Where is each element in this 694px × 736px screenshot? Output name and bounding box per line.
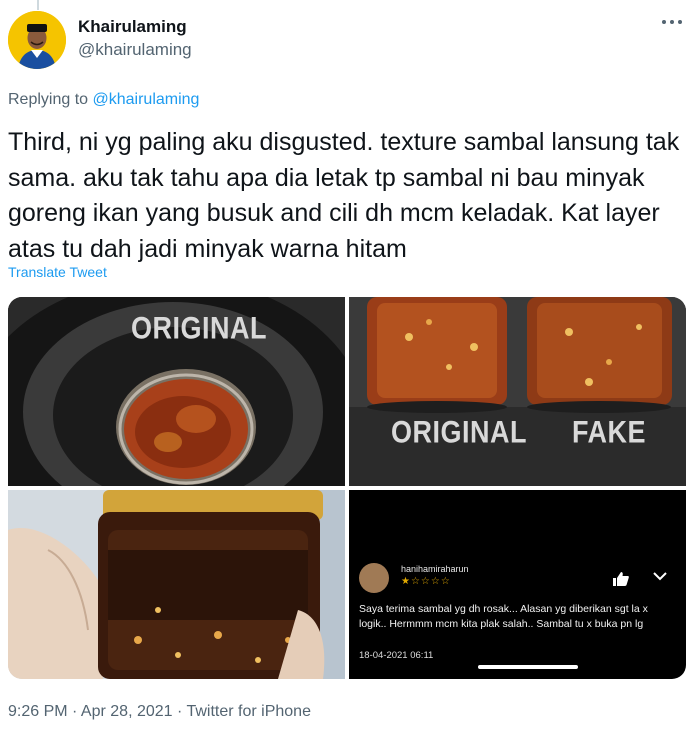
translate-tweet-link[interactable]: Translate Tweet <box>8 264 107 280</box>
thumbs-up-icon <box>613 572 629 586</box>
display-name[interactable]: Khairulaming <box>78 17 187 37</box>
photo-label-original: ORIGINAL <box>391 414 527 450</box>
replying-to-link[interactable]: @khairulaming <box>93 91 200 108</box>
reviewer-avatar <box>359 563 389 593</box>
thread-connector-line <box>37 0 39 10</box>
user-handle[interactable]: @khairulaming <box>78 40 192 60</box>
review-text: Saya terima sambal yg dh rosak... Alasan… <box>359 603 648 630</box>
photo-original-jar-topdown[interactable]: ORIGINAL <box>8 297 345 486</box>
photo-comparison-image <box>349 297 686 486</box>
star-rating: ★☆☆☆☆ <box>401 576 451 587</box>
photo-review-screenshot[interactable]: hanihamiraharun ★☆☆☆☆ Saya terima sambal… <box>349 490 686 679</box>
photo-label-fake: FAKE <box>572 414 647 450</box>
home-indicator-bar <box>478 665 578 669</box>
media-grid: ORIGINAL ORIGINAL FAKE hanihamiraharun ★… <box>8 297 686 679</box>
avatar-portrait <box>8 11 66 69</box>
reviewer-name: hanihamiraharun <box>401 564 469 574</box>
photo-fake-jar-image <box>8 490 345 679</box>
photo-label-original: ORIGINAL <box>131 310 267 346</box>
review-date: 18-04-2021 06:11 <box>359 650 434 661</box>
chevron-down-icon <box>653 572 667 581</box>
replying-to-line: Replying to @khairulaming <box>8 91 199 109</box>
replying-to-prefix: Replying to <box>8 91 89 108</box>
photo-fake-jar-in-hand[interactable] <box>8 490 345 679</box>
tweet-text: Third, ni yg paling aku disgusted. textu… <box>8 128 680 263</box>
tweet-timestamp[interactable]: 9:26 PM · Apr 28, 2021 · Twitter for iPh… <box>8 703 311 721</box>
photo-comparison-jars[interactable]: ORIGINAL FAKE <box>349 297 686 486</box>
more-horizontal-icon[interactable] <box>662 15 684 29</box>
avatar[interactable] <box>8 11 66 69</box>
